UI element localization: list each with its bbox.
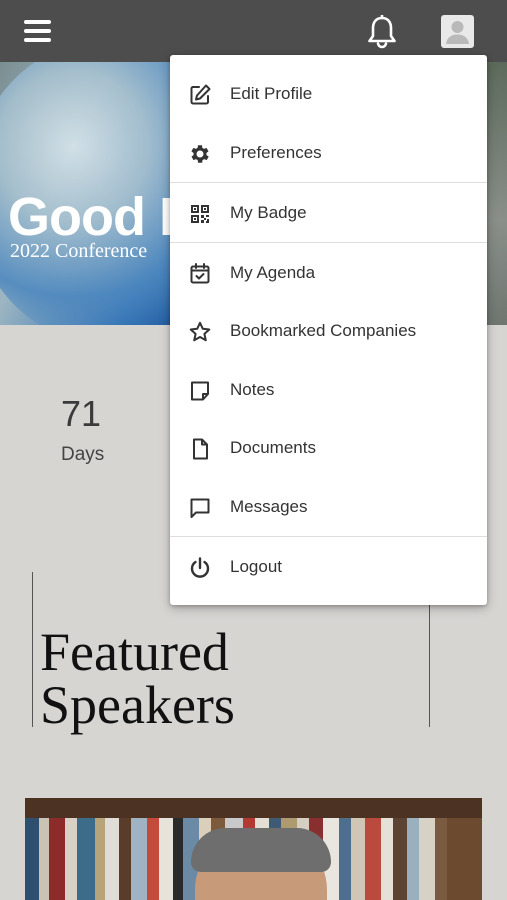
menu-item-label: My Agenda [230, 263, 316, 282]
bell-icon[interactable] [366, 15, 398, 49]
menu-divider [170, 536, 487, 537]
note-icon [191, 381, 209, 401]
divider [32, 572, 33, 727]
power-icon [190, 557, 210, 578]
divider [429, 600, 430, 727]
menu-item-notes[interactable]: Notes [170, 366, 487, 414]
hamburger-menu-icon[interactable] [24, 20, 51, 42]
gear-icon [191, 145, 209, 163]
menu-item-label: Logout [230, 557, 282, 576]
menu-item-label: Documents [230, 438, 316, 457]
countdown-days-value: 71 [61, 393, 102, 434]
menu-divider [170, 182, 487, 183]
menu-item-documents[interactable]: Documents [170, 424, 487, 472]
user-dropdown-menu: Edit Profile Preferences My Badge My Age… [170, 55, 487, 605]
calendar-check-icon [190, 263, 210, 284]
menu-item-preferences[interactable]: Preferences [170, 129, 487, 177]
menu-item-my-agenda[interactable]: My Agenda [170, 249, 487, 297]
menu-divider [170, 242, 487, 243]
menu-item-label: Edit Profile [230, 84, 313, 103]
hero-subtitle: 2022 Conference [10, 240, 148, 262]
menu-item-messages[interactable]: Messages [170, 483, 487, 531]
user-avatar-icon[interactable] [441, 15, 474, 48]
speaker-photo[interactable] [25, 798, 482, 900]
menu-item-edit-profile[interactable]: Edit Profile [170, 70, 487, 118]
menu-item-my-badge[interactable]: My Badge [170, 189, 487, 237]
menu-item-label: My Badge [230, 203, 307, 222]
qr-code-icon [191, 205, 209, 223]
hero-title: Good F [8, 187, 192, 247]
menu-item-bookmarked-companies[interactable]: Bookmarked Companies [170, 307, 487, 355]
document-icon [193, 438, 208, 460]
featured-speakers-heading: Featured Speakers [40, 622, 235, 735]
countdown-days-label: Days [61, 444, 105, 465]
star-icon [189, 321, 211, 342]
menu-item-label: Preferences [230, 143, 322, 162]
menu-item-label: Bookmarked Companies [230, 321, 417, 340]
message-icon [190, 498, 210, 518]
edit-icon [190, 84, 211, 105]
top-app-bar [0, 0, 507, 62]
menu-item-label: Notes [230, 380, 275, 399]
menu-item-logout[interactable]: Logout [170, 543, 487, 591]
menu-item-label: Messages [230, 497, 308, 516]
